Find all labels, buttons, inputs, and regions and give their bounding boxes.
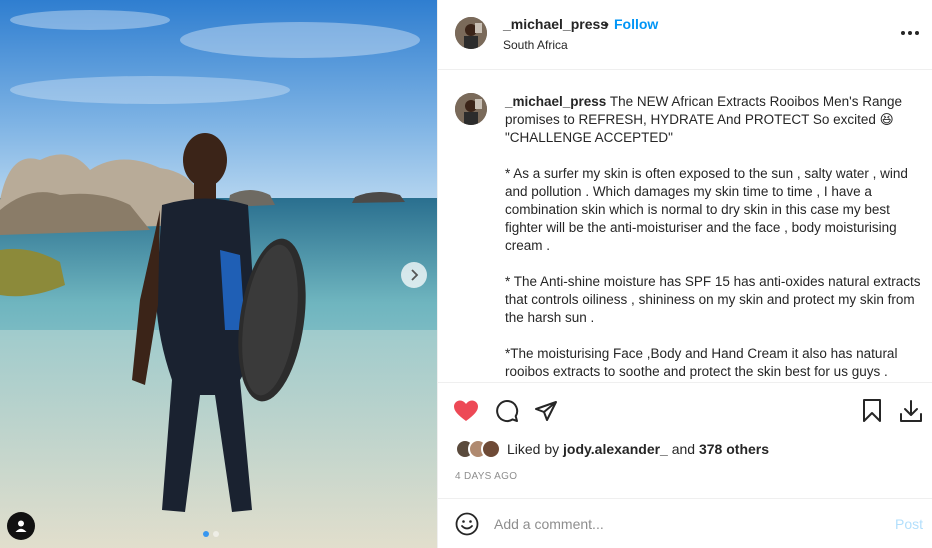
- post-details-panel: _michael_press • Follow South Africa _mi…: [437, 0, 932, 548]
- post-timestamp[interactable]: 4 DAYS AGO: [455, 471, 517, 482]
- comment-button[interactable]: [493, 397, 521, 425]
- avatar-image: [455, 17, 487, 49]
- bookmark-icon: [863, 399, 881, 422]
- post-caption: _michael_press The NEW African Extracts …: [505, 93, 925, 382]
- user-icon: [15, 520, 27, 532]
- carousel-dot: [213, 531, 219, 537]
- caption-area: _michael_press The NEW African Extracts …: [438, 71, 932, 382]
- post-header: _michael_press • Follow South Africa: [438, 0, 932, 70]
- caption-paragraph: *The moisturising Face ,Body and Hand Cr…: [505, 346, 898, 379]
- post-comment-button[interactable]: Post: [895, 516, 923, 532]
- comment-icon: [496, 400, 519, 422]
- post-photo[interactable]: [0, 0, 437, 548]
- carousel-dot-active: [203, 531, 209, 537]
- follow-button[interactable]: Follow: [614, 16, 658, 32]
- save-button[interactable]: [858, 397, 886, 425]
- likes-and: and: [671, 441, 696, 457]
- caption-paragraph: * As a surfer my skin is often exposed t…: [505, 166, 908, 253]
- action-bar: [438, 382, 932, 437]
- separator-dot: •: [604, 16, 609, 32]
- comment-input[interactable]: [494, 513, 874, 535]
- liker-avatar: [481, 439, 501, 459]
- post-location[interactable]: South Africa: [503, 38, 568, 52]
- likes-prefix: Liked by: [507, 441, 560, 457]
- share-button[interactable]: [532, 397, 560, 425]
- photo-scene: [0, 0, 437, 548]
- send-icon: [535, 401, 557, 421]
- avatar-image: [455, 93, 487, 125]
- next-slide-button[interactable]: [401, 262, 427, 288]
- download-icon: [900, 400, 922, 422]
- caption-paragraph: * The Anti-shine moisture has SPF 15 has…: [505, 274, 921, 325]
- emoji-icon[interactable]: [455, 512, 479, 536]
- caption-username[interactable]: _michael_press: [505, 94, 606, 109]
- likes-summary[interactable]: Liked by jody.alexander_ and 378 others: [455, 438, 769, 460]
- more-options-icon[interactable]: [901, 31, 919, 35]
- chevron-right-icon: [411, 269, 419, 281]
- like-button[interactable]: [452, 397, 480, 425]
- caption-author-avatar[interactable]: [455, 93, 487, 125]
- author-username[interactable]: _michael_press: [503, 16, 608, 32]
- tagged-users-button[interactable]: [7, 512, 35, 540]
- carousel-indicator: [203, 531, 219, 537]
- comment-composer: Post: [438, 498, 932, 548]
- heart-filled-icon: [454, 400, 478, 421]
- likes-text: Liked by jody.alexander_ and 378 others: [507, 441, 769, 457]
- liker-username[interactable]: jody.alexander_: [563, 441, 668, 457]
- author-avatar[interactable]: [455, 17, 487, 49]
- likes-others-count[interactable]: 378 others: [699, 441, 769, 457]
- download-button[interactable]: [897, 397, 925, 425]
